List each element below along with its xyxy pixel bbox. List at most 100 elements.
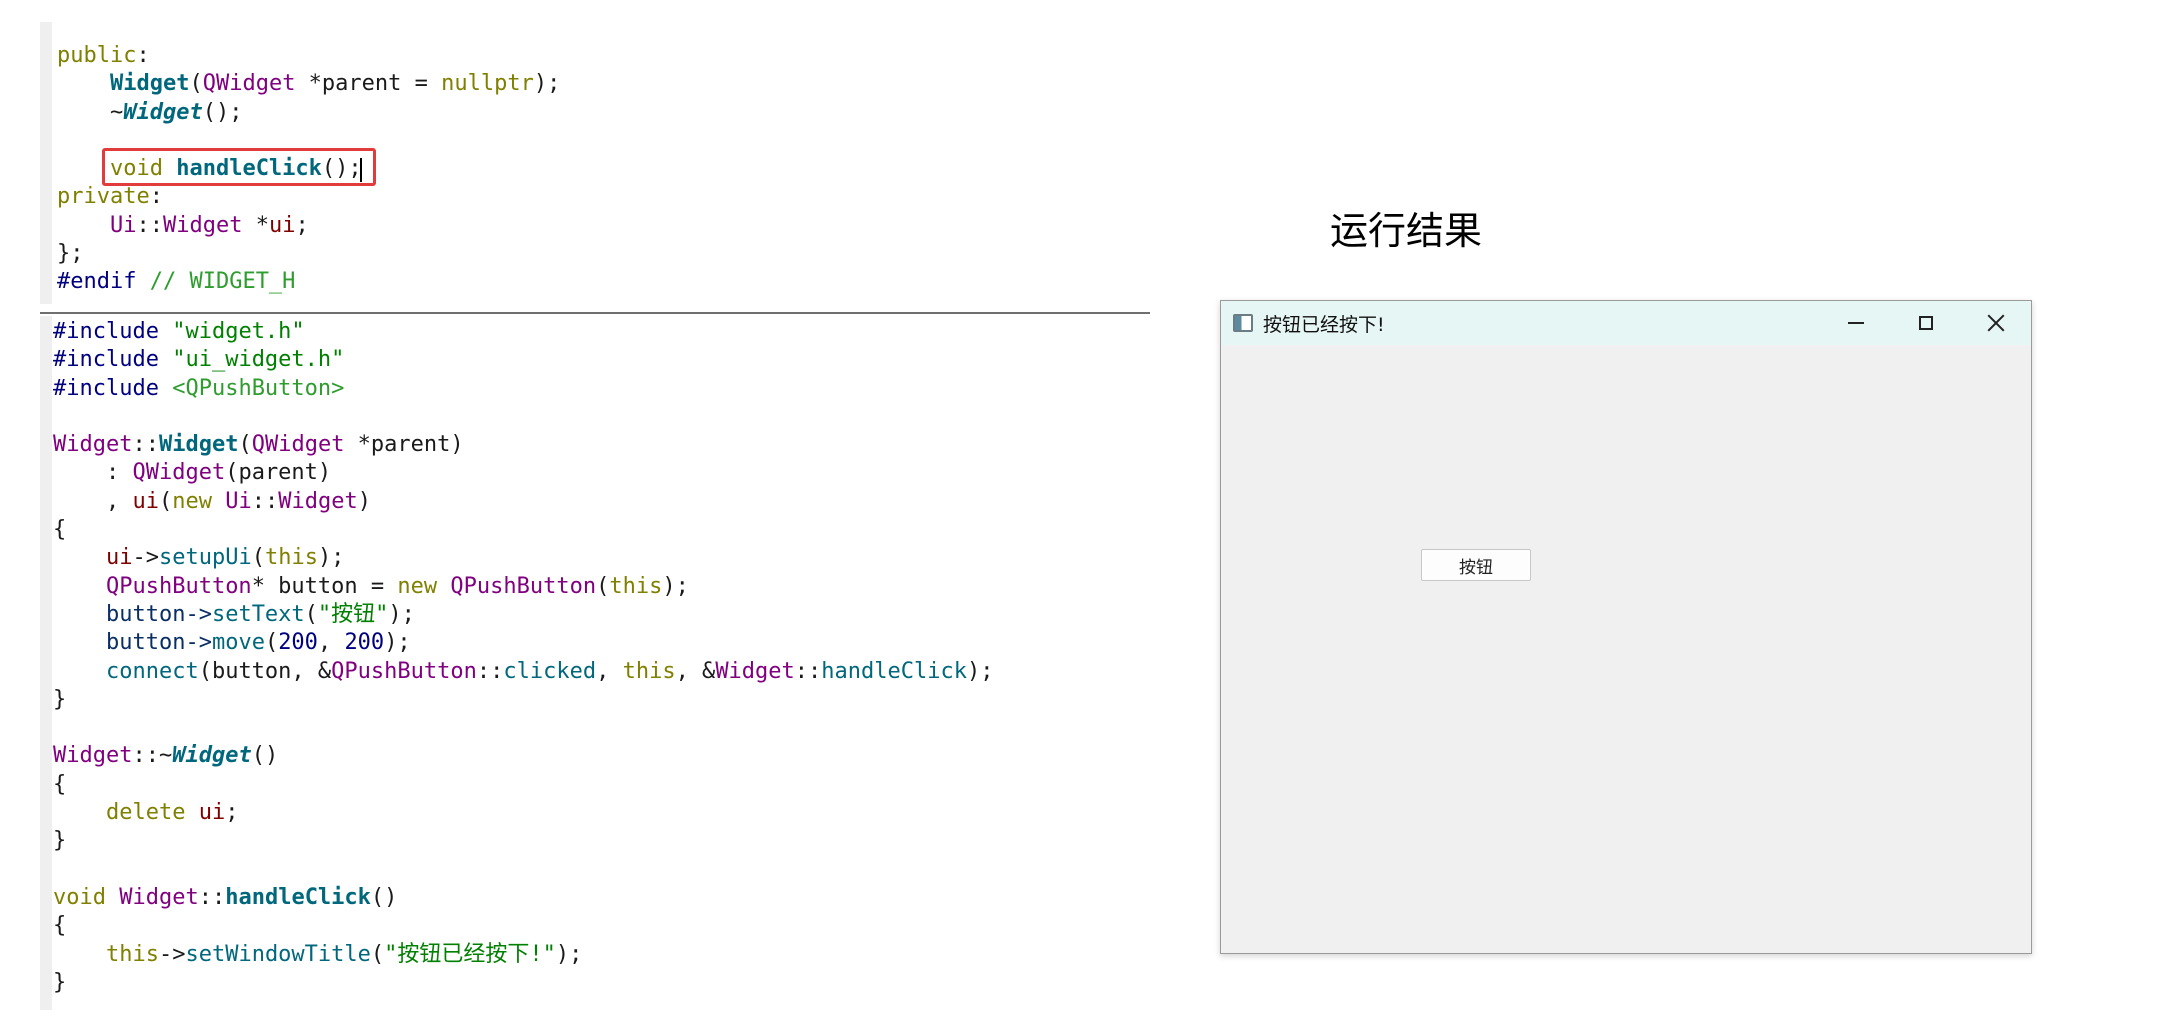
code-line[interactable]: #include "ui_widget.h" [53, 346, 994, 374]
code-token: move [211, 630, 265, 656]
close-icon [1987, 314, 2005, 332]
code-token: this [105, 941, 159, 967]
code-token: :: [136, 212, 163, 238]
code-token: -> [132, 545, 159, 571]
code-line[interactable]: , ui(new Ui::Widget) [53, 488, 994, 516]
code-line[interactable]: ~Widget(); [57, 99, 560, 127]
code-line[interactable]: connect(button, &QPushButton::clicked, t… [53, 658, 994, 686]
maximize-button[interactable] [1891, 301, 1961, 345]
text-cursor [360, 158, 362, 182]
code-token: ( [238, 432, 252, 458]
code-token: ui [105, 545, 133, 571]
code-token: delete [105, 800, 186, 826]
source-code-editor[interactable]: #include "widget.h" #include "ui_widget.h… [53, 318, 994, 997]
code-line[interactable] [53, 714, 994, 742]
code-token: (button, & [198, 658, 332, 684]
code-token: Widget [278, 488, 358, 514]
code-token: -> [158, 941, 186, 967]
code-token: } [53, 969, 67, 995]
code-token: Widget [715, 658, 795, 684]
code-token: *parent = [295, 71, 442, 97]
code-token: QPushButton [450, 573, 597, 599]
code-token: ( [264, 630, 279, 656]
push-button[interactable]: 按钮 [1421, 549, 1531, 581]
code-token: QPushButton [105, 573, 252, 599]
code-line[interactable]: public: [57, 42, 560, 70]
code-token: ( [370, 941, 385, 967]
code-line[interactable]: { [53, 516, 994, 544]
code-token: , [53, 488, 133, 514]
code-line[interactable] [53, 856, 994, 884]
minimize-button[interactable] [1821, 301, 1891, 345]
code-line[interactable]: Widget(QWidget *parent = nullptr); [57, 70, 560, 98]
code-token: ); [388, 601, 415, 627]
code-token: ( [158, 488, 173, 514]
code-token: ui [198, 800, 226, 826]
code-token: : [149, 184, 163, 210]
code-line[interactable]: } [53, 827, 994, 855]
code-token: , [317, 630, 345, 656]
code-token: "ui_widget.h" [172, 347, 345, 373]
code-token: new [172, 488, 212, 514]
code-line[interactable] [53, 403, 994, 431]
app-window[interactable]: 按钮已经按下! 按钮 [1220, 300, 2032, 954]
code-token: nullptr [441, 71, 534, 97]
code-token: :: [198, 884, 226, 910]
code-token: // WIDGET_H [136, 269, 296, 295]
code-token: private [57, 184, 150, 210]
code-token: QWidget [202, 71, 296, 97]
code-token: setText [211, 601, 305, 627]
code-line[interactable]: Widget::Widget(QWidget *parent) [53, 431, 994, 459]
window-titlebar[interactable]: 按钮已经按下! [1221, 301, 2031, 345]
code-line[interactable]: button->move(200, 200); [53, 629, 994, 657]
code-token: ui [132, 488, 159, 514]
code-line[interactable]: button->setText("按钮"); [53, 601, 994, 629]
code-line[interactable]: } [53, 686, 994, 714]
code-token: (); [202, 99, 243, 125]
code-line[interactable]: QPushButton* button = new QPushButton(th… [53, 573, 994, 601]
code-token: #include [53, 375, 159, 401]
code-token: QWidget [132, 460, 226, 486]
handleclick-highlight-box [102, 148, 376, 186]
code-token: this [609, 573, 663, 599]
code-token: ); [555, 941, 583, 967]
code-token: *parent) [344, 432, 464, 458]
code-line[interactable]: private: [57, 183, 560, 211]
code-token: ~ [57, 99, 124, 125]
code-token: handleClick [225, 884, 371, 910]
code-token: * [242, 212, 269, 238]
code-token: QPushButton [331, 658, 477, 684]
code-line[interactable]: void Widget::handleClick() [53, 884, 994, 912]
code-line[interactable]: : QWidget(parent) [53, 459, 994, 487]
code-token: , & [675, 658, 716, 684]
code-token: QWidget [251, 432, 345, 458]
code-token: Widget [53, 432, 133, 458]
window-title: 按钮已经按下! [1263, 313, 1385, 336]
code-line[interactable]: Ui::Widget *ui; [57, 212, 560, 240]
code-line[interactable]: #include "widget.h" [53, 318, 994, 346]
code-token: ( [596, 573, 610, 599]
code-line[interactable]: } [53, 969, 994, 997]
code-line[interactable]: #include <QPushButton> [53, 375, 994, 403]
close-button[interactable] [1961, 301, 2031, 345]
code-line[interactable]: { [53, 912, 994, 940]
code-line[interactable]: #endif // WIDGET_H [57, 268, 560, 296]
code-line[interactable]: { [53, 771, 994, 799]
code-line[interactable]: this->setWindowTitle("按钮已经按下!"); [53, 941, 994, 969]
code-line[interactable]: Widget::~Widget() [53, 742, 994, 770]
code-line[interactable]: ui->setupUi(this); [53, 544, 994, 572]
code-token: ); [317, 545, 345, 571]
code-line[interactable]: delete ui; [53, 799, 994, 827]
code-token: #endif [57, 269, 137, 295]
code-line[interactable]: }; [57, 240, 560, 268]
